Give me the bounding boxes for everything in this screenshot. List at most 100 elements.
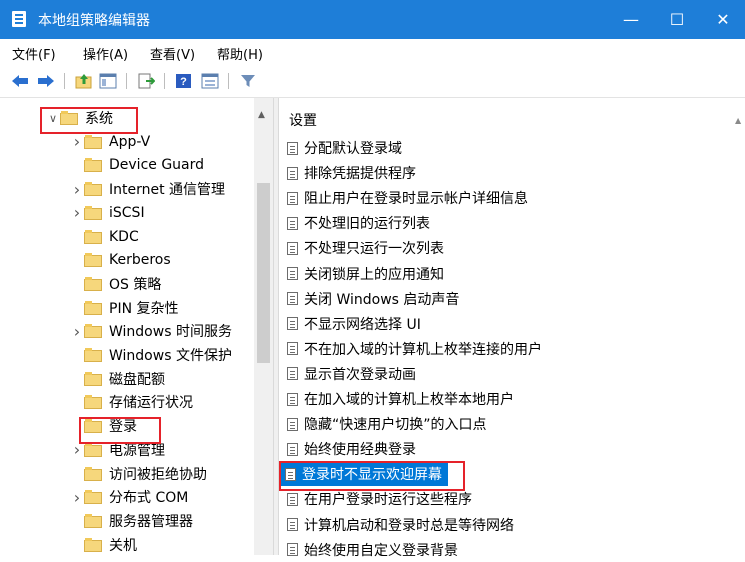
- folder-icon: [84, 158, 103, 173]
- properties-icon[interactable]: [200, 71, 220, 91]
- scroll-up-arrow-icon[interactable]: ▲: [258, 110, 265, 120]
- menu-action[interactable]: 操作(A): [83, 44, 128, 63]
- setting-item[interactable]: 隐藏“快速用户切换”的入口点: [283, 412, 487, 436]
- chevron-right-icon[interactable]: ›: [70, 203, 84, 222]
- window-title: 本地组策略编辑器: [38, 13, 150, 29]
- tree-item[interactable]: › Windows 时间服务: [70, 319, 232, 343]
- tree-item[interactable]: 存储运行状况: [70, 390, 193, 414]
- policy-setting-icon: [287, 492, 298, 506]
- setting-item[interactable]: 不显示网络选择 UI: [283, 312, 421, 336]
- setting-item[interactable]: 显示首次登录动画: [283, 362, 416, 386]
- setting-item-label: 不处理旧的运行列表: [304, 216, 430, 233]
- setting-item[interactable]: 始终使用经典登录: [283, 437, 416, 461]
- folder-icon: [84, 182, 103, 197]
- tree-item[interactable]: Kerberos: [70, 248, 171, 272]
- folder-icon: [84, 348, 103, 362]
- tree-item-label: PIN 复杂性: [109, 300, 179, 317]
- tree-item[interactable]: › iSCSI: [70, 201, 145, 225]
- setting-item-label: 阻止用户在登录时显示帐户详细信息: [304, 191, 528, 208]
- folder-icon: [84, 205, 103, 220]
- filter-icon[interactable]: [238, 71, 258, 91]
- setting-item[interactable]: 不处理旧的运行列表: [283, 211, 430, 235]
- policy-setting-icon: [287, 367, 298, 381]
- policy-setting-icon: [287, 166, 298, 180]
- tree-item-label: App-V: [109, 133, 151, 150]
- menu-file[interactable]: 文件(F): [12, 44, 56, 63]
- minimize-button[interactable]: —: [608, 0, 654, 39]
- setting-item[interactable]: 始终使用自定义登录背景: [283, 538, 458, 562]
- tree-item[interactable]: 访问被拒绝协助: [70, 462, 207, 486]
- chevron-right-icon[interactable]: ›: [70, 488, 84, 507]
- tree-scrollbar-thumb[interactable]: [257, 183, 270, 363]
- tree-item[interactable]: › Internet 通信管理: [70, 177, 225, 201]
- tree-item[interactable]: KDC: [70, 225, 139, 249]
- tree-item[interactable]: 磁盘配额: [70, 367, 165, 391]
- folder-icon: [84, 134, 103, 149]
- tree-item-label: 存储运行状况: [109, 395, 193, 412]
- tree-item[interactable]: › 分布式 COM: [70, 485, 189, 509]
- back-arrow-icon[interactable]: [10, 71, 30, 91]
- policy-setting-icon: [287, 342, 298, 356]
- setting-item[interactable]: 关闭锁屏上的应用通知: [283, 262, 444, 286]
- forward-arrow-icon[interactable]: [36, 71, 56, 91]
- setting-item-label: 关闭锁屏上的应用通知: [304, 266, 444, 283]
- settings-scroll-indicator-icon: ▲: [735, 116, 742, 125]
- tree-scrollbar[interactable]: ▲: [254, 98, 273, 555]
- tree-item-label: Windows 文件保护: [109, 348, 232, 364]
- folder-icon: [84, 490, 103, 505]
- setting-item[interactable]: 不在加入域的计算机上枚举连接的用户: [283, 337, 542, 361]
- setting-item-label: 关闭 Windows 启动声音: [304, 291, 460, 308]
- menu-help[interactable]: 帮助(H): [217, 44, 263, 63]
- chevron-right-icon[interactable]: ›: [70, 322, 84, 341]
- folder-icon: [84, 442, 103, 457]
- tree-item[interactable]: 关机: [70, 533, 137, 555]
- policy-setting-icon: [287, 292, 298, 306]
- setting-item[interactable]: 关闭 Windows 启动声音: [283, 287, 459, 311]
- settings-column-header[interactable]: 设置: [289, 110, 317, 130]
- setting-item[interactable]: 在加入域的计算机上枚举本地用户: [283, 387, 514, 411]
- setting-item[interactable]: 阻止用户在登录时显示帐户详细信息: [283, 186, 528, 210]
- tree-item[interactable]: Windows 文件保护: [70, 343, 232, 367]
- tree-item-label: KDC: [109, 228, 139, 245]
- tree-item[interactable]: 服务器管理器: [70, 509, 193, 533]
- menu-view[interactable]: 查看(V): [150, 44, 195, 63]
- policy-setting-icon: [287, 191, 298, 205]
- tree-item[interactable]: Device Guard: [70, 153, 204, 177]
- folder-icon: [84, 395, 103, 410]
- chevron-right-icon[interactable]: ›: [70, 180, 84, 199]
- policy-setting-icon: [287, 241, 298, 255]
- setting-item-label: 分配默认登录域: [304, 141, 402, 157]
- tree-item[interactable]: OS 策略: [70, 272, 161, 296]
- tree-item-label: 关机: [109, 537, 137, 554]
- toolbar: ?: [0, 65, 745, 98]
- highlight-box-system: [40, 107, 138, 134]
- maximize-button[interactable]: ☐: [654, 0, 700, 39]
- chevron-right-icon[interactable]: ›: [70, 132, 84, 151]
- tree-item-label: 服务器管理器: [109, 513, 193, 530]
- tree-item-label: OS 策略: [109, 276, 162, 293]
- folder-icon: [84, 371, 103, 386]
- setting-item-label: 计算机启动和登录时总是等待网络: [304, 517, 514, 534]
- tree-item-label: 访问被拒绝协助: [109, 466, 207, 483]
- policy-setting-icon: [287, 392, 298, 406]
- tree-item[interactable]: PIN 复杂性: [70, 296, 179, 320]
- tree-item-label: Windows 时间服务: [109, 324, 232, 341]
- highlight-box-logon: [79, 417, 161, 444]
- policy-setting-icon: [287, 442, 298, 456]
- close-button[interactable]: ✕: [700, 0, 745, 39]
- highlight-box-welcome-setting: [279, 461, 465, 491]
- setting-item-label: 在用户登录时运行这些程序: [304, 492, 472, 509]
- folder-icon: [84, 253, 103, 268]
- svg-text:?: ?: [180, 76, 187, 88]
- setting-item[interactable]: 不处理只运行一次列表: [283, 236, 444, 260]
- console-tree-icon[interactable]: [98, 71, 118, 91]
- setting-item-label: 不显示网络选择 UI: [304, 316, 421, 333]
- setting-item[interactable]: 排除凭据提供程序: [283, 161, 416, 185]
- setting-item[interactable]: 计算机启动和登录时总是等待网络: [283, 513, 514, 537]
- policy-setting-icon: [287, 543, 298, 557]
- help-icon[interactable]: ?: [174, 71, 194, 91]
- setting-item-label: 隐藏“快速用户切换”的入口点: [304, 417, 487, 434]
- up-folder-icon[interactable]: [74, 71, 94, 91]
- setting-item[interactable]: 分配默认登录域: [283, 136, 402, 160]
- export-list-icon[interactable]: [136, 71, 156, 91]
